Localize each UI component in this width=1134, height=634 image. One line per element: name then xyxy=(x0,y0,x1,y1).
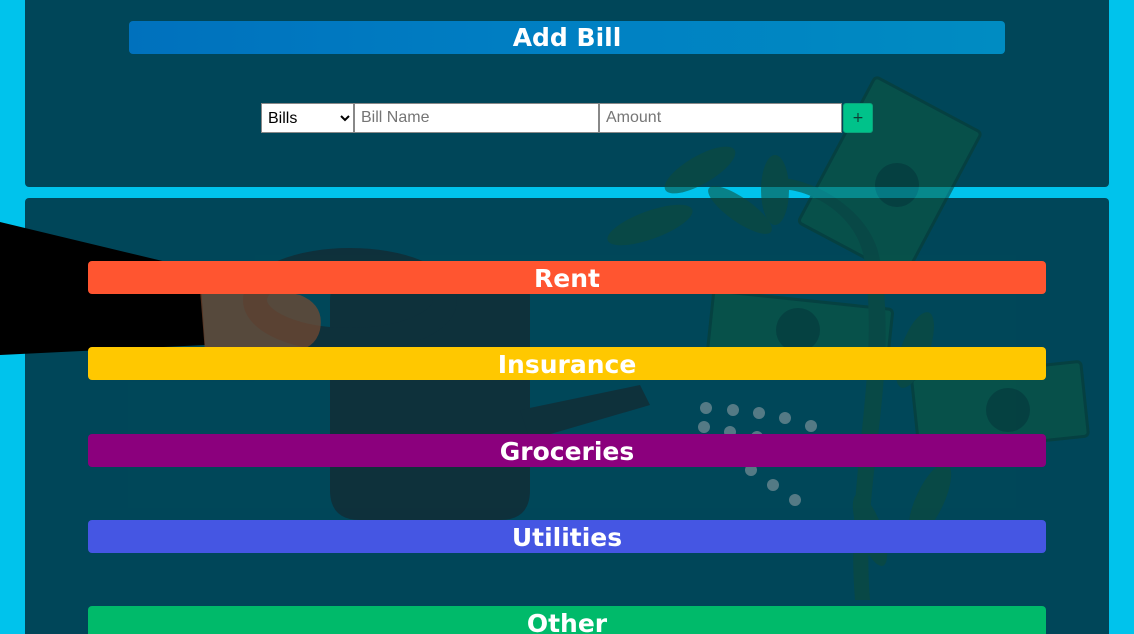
add-bill-title: Add Bill xyxy=(129,21,1005,54)
category-insurance[interactable]: Insurance xyxy=(88,347,1046,380)
add-bill-button[interactable]: + xyxy=(843,103,873,133)
add-bill-form: Bills + xyxy=(261,103,873,133)
category-groceries[interactable]: Groceries xyxy=(88,434,1046,467)
bill-name-input[interactable] xyxy=(354,103,599,133)
budget-app: Add Bill Bills + Rent Insurance Grocerie… xyxy=(0,0,1134,634)
category-rent[interactable]: Rent xyxy=(88,261,1046,294)
category-utilities[interactable]: Utilities xyxy=(88,520,1046,553)
category-other[interactable]: Other xyxy=(88,606,1046,634)
bill-amount-input[interactable] xyxy=(599,103,842,133)
bill-type-select[interactable]: Bills xyxy=(261,103,354,133)
